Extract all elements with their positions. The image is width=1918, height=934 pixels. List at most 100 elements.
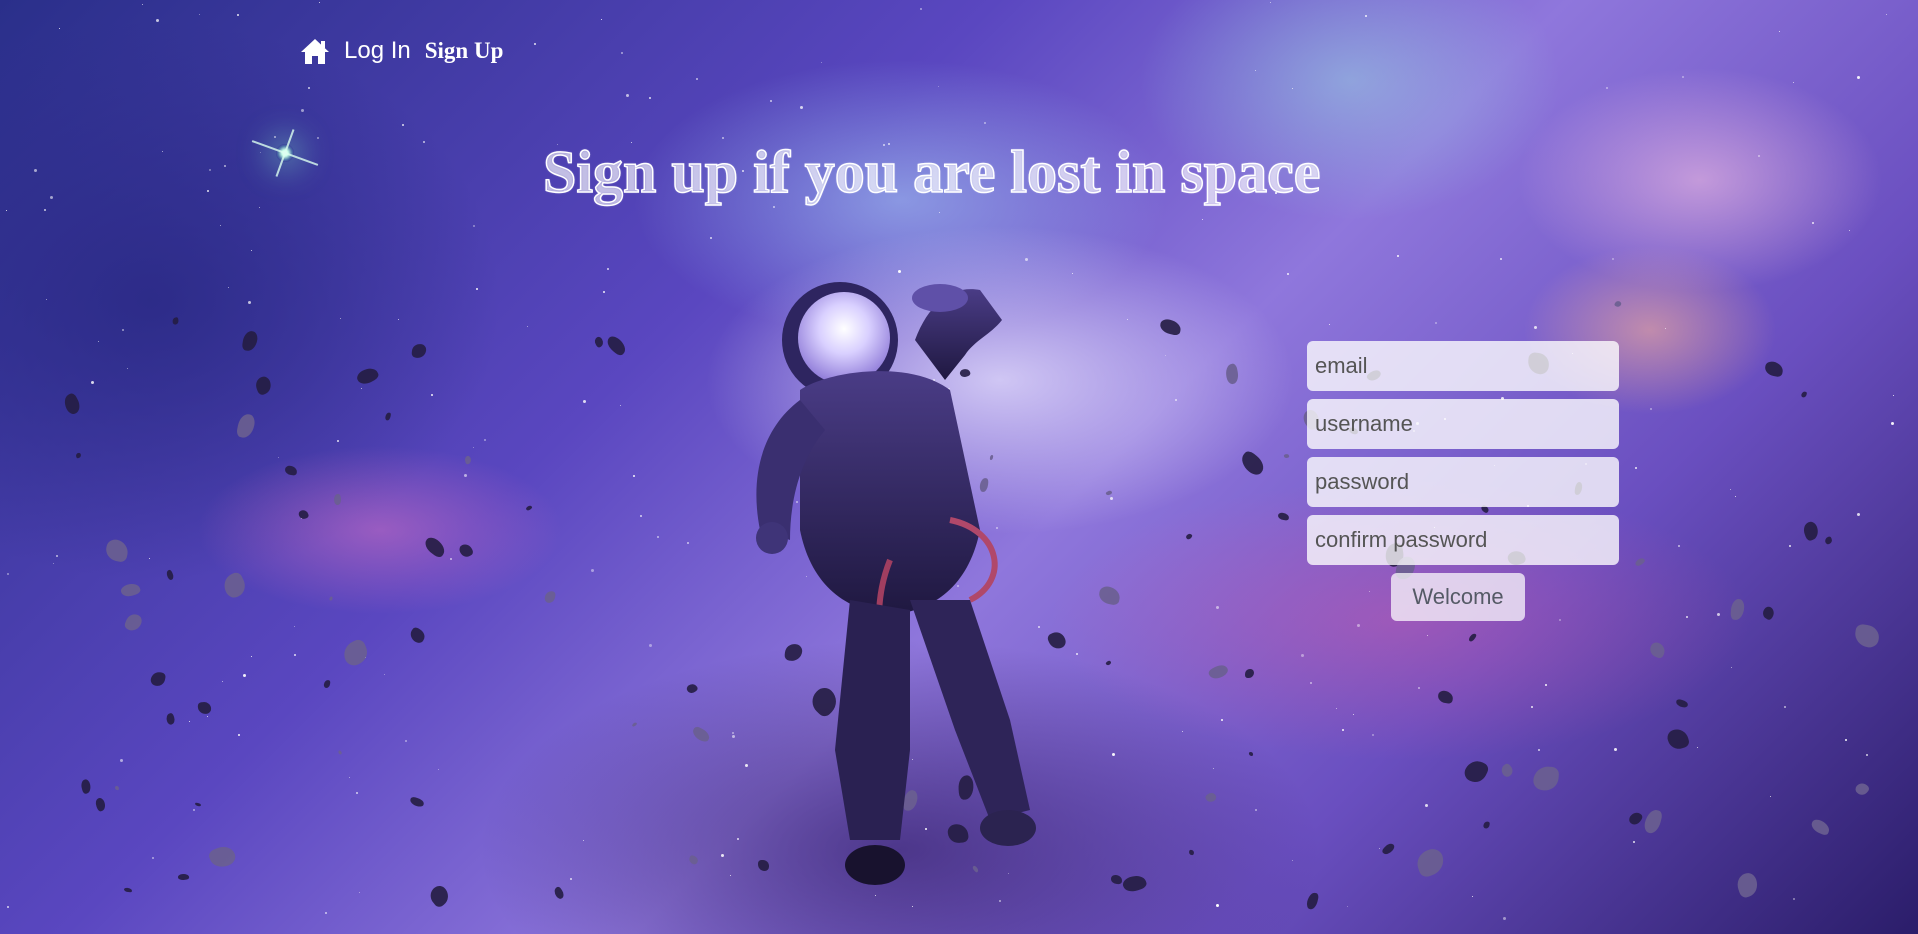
star bbox=[438, 769, 439, 770]
star bbox=[1789, 545, 1791, 547]
top-nav: Log In Sign Up bbox=[300, 34, 503, 68]
star bbox=[431, 394, 433, 396]
asteroid bbox=[1800, 390, 1808, 399]
star bbox=[1329, 324, 1330, 325]
asteroid bbox=[1613, 299, 1623, 309]
asteroid bbox=[1158, 317, 1183, 337]
star bbox=[7, 573, 9, 575]
star bbox=[199, 14, 200, 15]
star bbox=[527, 326, 528, 327]
asteroid bbox=[1675, 698, 1689, 709]
asteroid bbox=[61, 391, 83, 417]
star bbox=[1353, 714, 1354, 715]
confirm-password-field[interactable] bbox=[1307, 515, 1619, 565]
star bbox=[1301, 654, 1304, 657]
star bbox=[696, 78, 698, 80]
star bbox=[356, 792, 358, 794]
star bbox=[1072, 273, 1073, 274]
star bbox=[1175, 399, 1177, 401]
star bbox=[1784, 706, 1786, 708]
star bbox=[1538, 749, 1540, 751]
asteroid bbox=[1627, 810, 1644, 827]
password-field[interactable] bbox=[1307, 457, 1619, 507]
star bbox=[337, 440, 339, 442]
star bbox=[237, 14, 239, 16]
star bbox=[1682, 76, 1684, 78]
asteroid bbox=[79, 778, 93, 795]
star bbox=[46, 299, 47, 300]
asteroid bbox=[329, 596, 333, 601]
star bbox=[620, 405, 621, 406]
star bbox=[1665, 328, 1666, 329]
asteroid bbox=[323, 679, 331, 689]
asteroid bbox=[1647, 640, 1668, 660]
asteroid bbox=[1224, 363, 1240, 385]
star bbox=[50, 196, 53, 199]
star bbox=[193, 809, 195, 811]
star bbox=[1342, 729, 1344, 731]
welcome-button[interactable]: Welcome bbox=[1391, 573, 1525, 621]
star bbox=[6, 210, 7, 211]
star bbox=[730, 875, 731, 876]
star bbox=[640, 515, 642, 517]
asteroid bbox=[1634, 556, 1646, 568]
asteroid bbox=[339, 637, 372, 669]
asteroid bbox=[1763, 360, 1785, 378]
star bbox=[1731, 667, 1732, 668]
asteroid bbox=[1283, 453, 1290, 459]
asteroid bbox=[1467, 632, 1478, 643]
star bbox=[1686, 616, 1688, 618]
star bbox=[1606, 87, 1608, 89]
nav-signup-link[interactable]: Sign Up bbox=[425, 38, 504, 64]
asteroid bbox=[333, 493, 342, 506]
asteroid bbox=[1730, 598, 1745, 621]
star bbox=[1531, 706, 1533, 708]
star bbox=[98, 341, 99, 342]
asteroid bbox=[354, 364, 381, 388]
star bbox=[601, 19, 602, 20]
star bbox=[1845, 739, 1847, 741]
star bbox=[710, 237, 712, 239]
star bbox=[1435, 322, 1437, 324]
star bbox=[1891, 422, 1894, 425]
star bbox=[570, 878, 572, 880]
star bbox=[770, 100, 772, 102]
star bbox=[1886, 14, 1887, 15]
star bbox=[220, 225, 221, 226]
asteroid bbox=[284, 465, 298, 476]
star bbox=[1182, 731, 1183, 732]
star bbox=[1379, 848, 1380, 849]
star bbox=[1310, 682, 1312, 684]
star bbox=[603, 291, 605, 293]
star bbox=[732, 735, 735, 738]
asteroid bbox=[253, 374, 274, 397]
asteroid bbox=[123, 611, 144, 634]
star bbox=[737, 838, 739, 840]
star bbox=[1336, 708, 1337, 709]
star bbox=[44, 209, 46, 211]
star bbox=[800, 106, 803, 109]
asteroid bbox=[1413, 846, 1448, 879]
email-field[interactable] bbox=[1307, 341, 1619, 391]
star bbox=[1678, 545, 1680, 547]
star bbox=[1633, 841, 1635, 843]
star bbox=[1216, 904, 1219, 907]
star bbox=[162, 151, 163, 152]
star bbox=[405, 740, 407, 742]
star bbox=[349, 777, 350, 778]
nav-login-link[interactable]: Log In bbox=[344, 37, 411, 65]
star bbox=[821, 62, 822, 63]
star bbox=[423, 141, 425, 143]
star bbox=[464, 474, 467, 477]
asteroid bbox=[1207, 662, 1230, 682]
asteroid bbox=[687, 854, 700, 866]
username-field[interactable] bbox=[1307, 399, 1619, 449]
star bbox=[228, 287, 229, 288]
star bbox=[34, 169, 37, 172]
star bbox=[1357, 624, 1360, 627]
star bbox=[1165, 355, 1166, 356]
home-icon[interactable] bbox=[300, 37, 330, 65]
asteroid bbox=[1642, 808, 1664, 835]
star bbox=[1221, 719, 1223, 721]
asteroid bbox=[1760, 605, 1777, 621]
